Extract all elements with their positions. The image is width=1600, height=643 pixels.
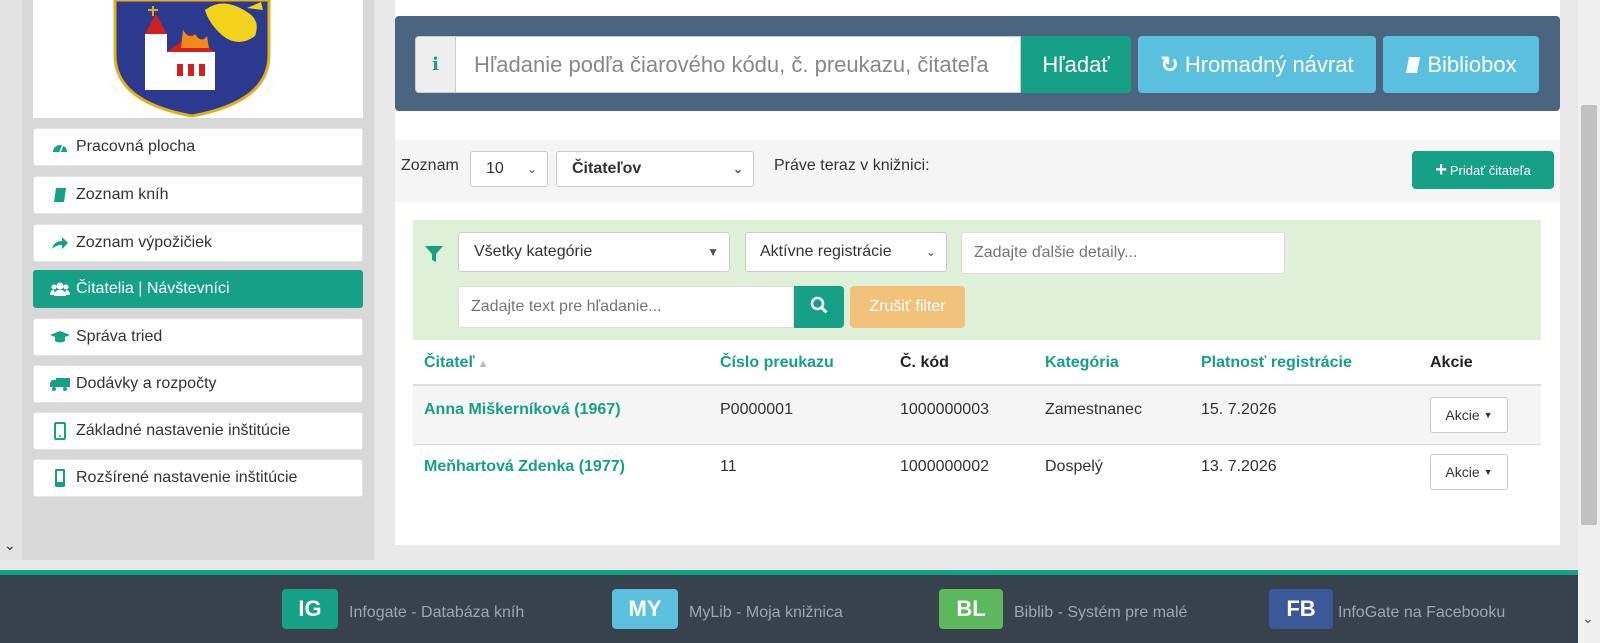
column-header-card-number[interactable]: Číslo preukazu bbox=[720, 354, 834, 372]
list-type-value: Čitateľov bbox=[572, 160, 642, 177]
sidebar-item-label: Čitatelia | Návštevníci bbox=[76, 280, 230, 297]
scrollbar-thumb[interactable] bbox=[1581, 105, 1597, 525]
biblib-badge[interactable]: BL bbox=[939, 589, 1003, 629]
chevron-down-icon: ⌄ bbox=[732, 162, 743, 176]
bibliobox-button[interactable]: Bibliobox bbox=[1383, 36, 1539, 93]
sidebar-item-books[interactable]: Zoznam kníh bbox=[33, 176, 363, 214]
book-icon bbox=[50, 187, 70, 203]
mylib-badge[interactable]: MY bbox=[612, 589, 678, 629]
coat-of-arms-icon bbox=[113, 0, 271, 118]
sidebar-item-classes[interactable]: Správa tried bbox=[33, 318, 363, 356]
facebook-link[interactable]: InfoGate na Facebooku bbox=[1338, 604, 1505, 622]
column-header-barcode: Č. kód bbox=[900, 354, 949, 371]
sidebar-item-label: Správa tried bbox=[76, 328, 163, 345]
barcode-cell: 1000000002 bbox=[900, 458, 989, 475]
text-search-input[interactable] bbox=[458, 286, 794, 328]
infogate-badge[interactable]: IG bbox=[282, 589, 338, 629]
truck-icon bbox=[50, 376, 70, 392]
sidebar-item-label: Základné nastavenie inštitúcie bbox=[76, 422, 291, 439]
chevron-down-icon: ⌄ bbox=[526, 162, 537, 176]
actions-label: Akcie bbox=[1445, 464, 1480, 480]
scroll-down-icon[interactable]: ⌄ bbox=[1582, 610, 1594, 627]
sidebar-item-dashboard[interactable]: Pracovná plocha bbox=[33, 128, 363, 166]
plus-icon: + bbox=[1435, 158, 1447, 181]
sidebar-item-label: Zoznam kníh bbox=[76, 186, 169, 203]
table-row: Meňhartová Zdenka (1977) 11 1000000002 D… bbox=[413, 445, 1541, 503]
sidebar-item-label: Zoznam výpožičiek bbox=[76, 234, 213, 251]
category-cell: Dospelý bbox=[1045, 458, 1103, 475]
column-header-validity[interactable]: Platnosť registrácie bbox=[1201, 354, 1352, 372]
infogate-link[interactable]: Infogate - Databáza kníh bbox=[349, 604, 524, 622]
column-header-actions: Akcie bbox=[1430, 354, 1473, 371]
sidebar-item-deliveries[interactable]: Dodávky a rozpočty bbox=[33, 365, 363, 403]
category-select[interactable]: Všetky kategórie ▼ bbox=[458, 232, 730, 272]
tablet-icon bbox=[50, 422, 70, 440]
reader-link[interactable]: Anna Miškerníková (1967) bbox=[424, 401, 621, 419]
graduation-cap-icon bbox=[50, 329, 70, 345]
details-input[interactable] bbox=[961, 232, 1285, 274]
sidebar-item-readers[interactable]: Čitatelia | Návštevníci bbox=[33, 270, 363, 308]
chevron-down-icon: ⌄ bbox=[925, 245, 936, 259]
bibliobox-label: Bibliobox bbox=[1427, 51, 1517, 77]
dashboard-icon bbox=[50, 139, 70, 155]
category-cell: Zamestnanec bbox=[1045, 401, 1142, 418]
caret-down-icon: ▼ bbox=[707, 245, 719, 259]
users-icon bbox=[50, 281, 70, 297]
validity-cell: 13. 7.2026 bbox=[1201, 458, 1277, 475]
column-header-category[interactable]: Kategória bbox=[1045, 354, 1119, 372]
municipal-logo bbox=[33, 0, 363, 118]
add-reader-label: Pridať čitateľa bbox=[1449, 162, 1531, 178]
bulk-return-button[interactable]: ↻ Hromadný návrat bbox=[1138, 36, 1376, 93]
sidebar-item-advanced-settings[interactable]: Rozšírené nastavenie inštitúcie bbox=[33, 459, 363, 497]
filter-search-button[interactable] bbox=[794, 286, 844, 328]
bulk-return-label: Hromadný návrat bbox=[1184, 51, 1354, 77]
caret-down-icon: ▼ bbox=[1483, 467, 1493, 477]
refresh-icon: ↻ bbox=[1160, 51, 1179, 77]
sidebar-item-loans[interactable]: Zoznam výpožičiek bbox=[33, 224, 363, 262]
actions-dropdown-button[interactable]: Akcie ▼ bbox=[1430, 454, 1508, 490]
now-in-library-label: Práve teraz v knižnici: bbox=[774, 157, 930, 174]
table-row: Anna Miškerníková (1967) P0000001 100000… bbox=[413, 386, 1541, 444]
book-icon bbox=[1405, 56, 1421, 74]
validity-cell: 15. 7.2026 bbox=[1201, 401, 1277, 418]
card-number-cell: 11 bbox=[720, 458, 737, 475]
registration-select[interactable]: Aktívne registrácie ⌄ bbox=[745, 232, 947, 272]
biblib-link[interactable]: Biblib - Systém pre malé bbox=[1014, 604, 1187, 622]
column-header-reader[interactable]: Čitateľ ▲ bbox=[424, 354, 489, 372]
caret-down-icon: ▼ bbox=[1483, 410, 1493, 420]
clear-filter-button[interactable]: Zrušiť filter bbox=[850, 286, 965, 328]
add-reader-button[interactable]: + Pridať čitateľa bbox=[1412, 151, 1554, 189]
column-header-label: Čitateľ bbox=[424, 354, 475, 371]
search-icon bbox=[810, 294, 828, 320]
category-value: Všetky kategórie bbox=[474, 243, 593, 260]
left-strip bbox=[0, 0, 22, 560]
list-label: Zoznam bbox=[401, 157, 459, 174]
sort-icon: ▲ bbox=[477, 358, 489, 370]
reader-link[interactable]: Meňhartová Zdenka (1977) bbox=[424, 458, 625, 476]
barcode-search-input[interactable] bbox=[455, 36, 1021, 93]
list-type-select[interactable]: Čitateľov ⌄ bbox=[556, 151, 754, 187]
barcode-cell: 1000000003 bbox=[900, 401, 989, 418]
registration-value: Aktívne registrácie bbox=[760, 243, 892, 260]
page-size-value: 10 bbox=[486, 160, 504, 177]
page-size-select[interactable]: 10 ⌄ bbox=[470, 151, 548, 187]
sidebar-item-basic-settings[interactable]: Základné nastavenie inštitúcie bbox=[33, 412, 363, 450]
chevron-down-icon[interactable]: ⌄ bbox=[4, 537, 16, 554]
facebook-badge[interactable]: FB bbox=[1269, 589, 1333, 629]
sidebar-item-label: Dodávky a rozpočty bbox=[76, 375, 217, 392]
share-icon bbox=[50, 235, 70, 251]
actions-label: Akcie bbox=[1445, 407, 1480, 423]
sidebar-item-label: Pracovná plocha bbox=[76, 138, 196, 155]
card-number-cell: P0000001 bbox=[720, 401, 793, 418]
info-icon: i bbox=[415, 36, 455, 93]
sidebar-item-label: Rozšírené nastavenie inštitúcie bbox=[76, 469, 298, 486]
filter-icon bbox=[425, 245, 443, 263]
actions-dropdown-button[interactable]: Akcie ▼ bbox=[1430, 397, 1508, 433]
mobile-icon bbox=[50, 469, 70, 487]
mylib-link[interactable]: MyLib - Moja knižnica bbox=[689, 604, 843, 622]
search-button[interactable]: Hľadať bbox=[1021, 36, 1131, 93]
